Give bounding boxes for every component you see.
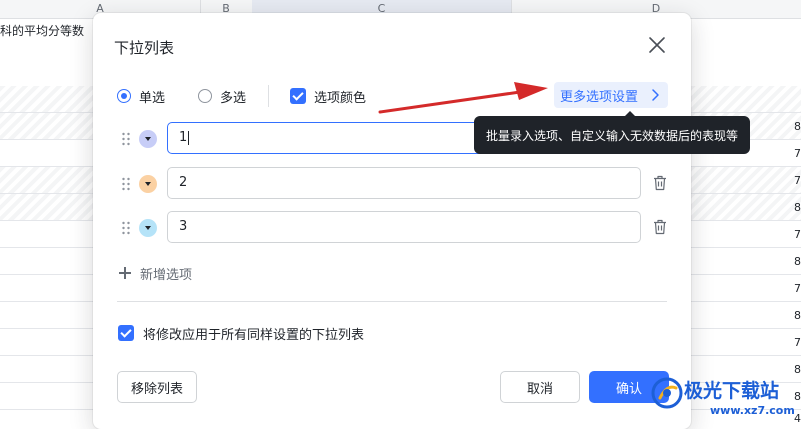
dialog-title: 下拉列表 xyxy=(114,39,175,57)
more-settings-label: 更多选项设置 xyxy=(560,89,639,105)
radio-single-label: 单选 xyxy=(139,90,166,106)
section-divider xyxy=(117,301,667,302)
option-item: 2 xyxy=(117,167,677,201)
option-color-check-indicator[interactable] xyxy=(290,88,306,104)
aurora-logo-icon xyxy=(651,377,683,409)
cell-value[interactable]: 7 xyxy=(794,228,801,241)
radio-multi-label: 多选 xyxy=(220,90,247,106)
radio-single-indicator[interactable] xyxy=(117,89,131,103)
remove-list-button[interactable]: 移除列表 xyxy=(117,371,197,403)
option-color-picker[interactable] xyxy=(139,219,157,237)
cell-a-text[interactable]: 科的平均分等数 xyxy=(0,22,84,39)
watermark-url: www.xz7.com xyxy=(710,404,795,417)
option-input-value: 1 xyxy=(179,130,188,145)
option-input[interactable]: 3 xyxy=(167,211,641,243)
option-color-picker[interactable] xyxy=(139,175,157,193)
trash-icon[interactable] xyxy=(653,219,667,235)
watermark-brand: 极光下载站 xyxy=(684,380,780,402)
apply-all-check-indicator[interactable] xyxy=(118,325,134,341)
option-item: 3 xyxy=(117,211,677,245)
chevron-right-icon xyxy=(652,89,659,101)
radio-multi-indicator[interactable] xyxy=(198,89,212,103)
cancel-button[interactable]: 取消 xyxy=(500,371,580,403)
close-icon[interactable] xyxy=(647,35,667,55)
tooltip-arrow xyxy=(624,111,636,117)
more-settings-button[interactable]: 更多选项设置 xyxy=(554,82,668,108)
more-settings-tooltip: 批量录入选项、自定义输入无效数据后的表现等 xyxy=(474,111,750,154)
plus-icon xyxy=(119,267,131,279)
cell-value[interactable]: 7 xyxy=(794,336,801,349)
option-color-picker[interactable] xyxy=(139,130,157,148)
cell-value[interactable]: 8 xyxy=(794,255,801,268)
caret-down-icon xyxy=(145,137,151,141)
trash-icon[interactable] xyxy=(653,175,667,191)
cell-value[interactable]: 7 xyxy=(794,174,801,187)
text-cursor xyxy=(188,130,190,145)
cell-value[interactable]: 8 xyxy=(794,120,801,133)
drag-handle-icon[interactable] xyxy=(121,132,131,146)
option-color-label: 选项颜色 xyxy=(314,90,367,106)
radio-multi[interactable]: 多选 xyxy=(198,86,246,106)
cell-value[interactable]: 8 xyxy=(794,201,801,214)
dropdown-list-dialog: 下拉列表 单选 多选 选项颜色 更多选项设置 1 2 3 新增选项 将修改应用于… xyxy=(93,13,691,429)
option-input-value: 2 xyxy=(179,175,188,190)
drag-handle-icon[interactable] xyxy=(121,221,131,235)
option-color-checkbox[interactable]: 选项颜色 xyxy=(290,86,366,106)
caret-down-icon xyxy=(145,182,151,186)
option-input[interactable]: 2 xyxy=(167,167,641,199)
cell-value[interactable]: 7 xyxy=(794,282,801,295)
site-watermark: 极光下载站 www.xz7.com xyxy=(650,372,800,428)
add-option-label: 新增选项 xyxy=(140,267,193,283)
add-option-button[interactable]: 新增选项 xyxy=(119,264,193,283)
drag-handle-icon[interactable] xyxy=(121,177,131,191)
radio-single[interactable]: 单选 xyxy=(117,86,165,106)
apply-all-checkbox[interactable]: 将修改应用于所有同样设置的下拉列表 xyxy=(118,324,365,343)
options-divider xyxy=(268,85,269,107)
apply-all-label: 将修改应用于所有同样设置的下拉列表 xyxy=(143,327,365,343)
cell-value[interactable]: 8 xyxy=(794,309,801,322)
option-input-value: 3 xyxy=(179,219,188,234)
tooltip-text: 批量录入选项、自定义输入无效数据后的表现等 xyxy=(485,128,738,143)
caret-down-icon xyxy=(145,226,151,230)
cell-value[interactable]: 7 xyxy=(794,147,801,160)
